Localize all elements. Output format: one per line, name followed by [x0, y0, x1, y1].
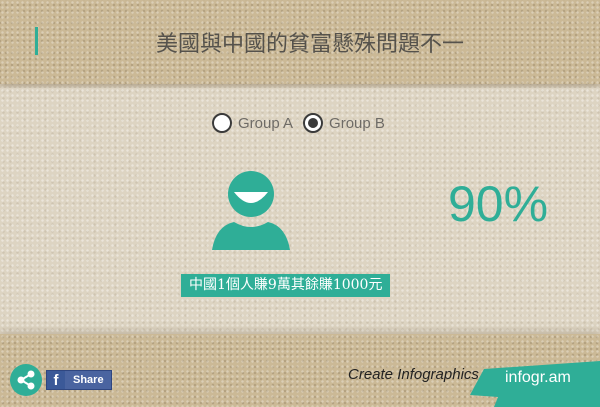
radio-group-b[interactable]: Group B: [303, 113, 385, 133]
group-selector: Group A Group B: [212, 110, 395, 136]
brand-logo-text[interactable]: infogr.am: [505, 369, 571, 387]
radio-group-a[interactable]: Group A: [212, 113, 293, 133]
share-icon: [17, 370, 35, 390]
facebook-icon: f: [47, 371, 65, 389]
share-button[interactable]: [10, 364, 42, 396]
facebook-share-label: Share: [73, 374, 104, 386]
percentage-value: 90%: [448, 176, 549, 232]
radio-label-group-b: Group B: [329, 114, 385, 132]
stat-caption: 中國1個人賺9萬其餘賺1000元: [181, 274, 391, 297]
radio-circle-selected-icon[interactable]: [303, 113, 324, 133]
page-title: 美國與中國的貧富懸殊問題不一: [155, 32, 464, 57]
radio-circle-icon[interactable]: [212, 113, 232, 133]
create-infographics-link[interactable]: Create Infographics: [348, 366, 479, 383]
person-icon: [212, 171, 290, 250]
title-accent-bar: [35, 27, 38, 55]
facebook-share-button[interactable]: f Share: [46, 370, 112, 390]
radio-label-group-a: Group A: [238, 114, 294, 132]
